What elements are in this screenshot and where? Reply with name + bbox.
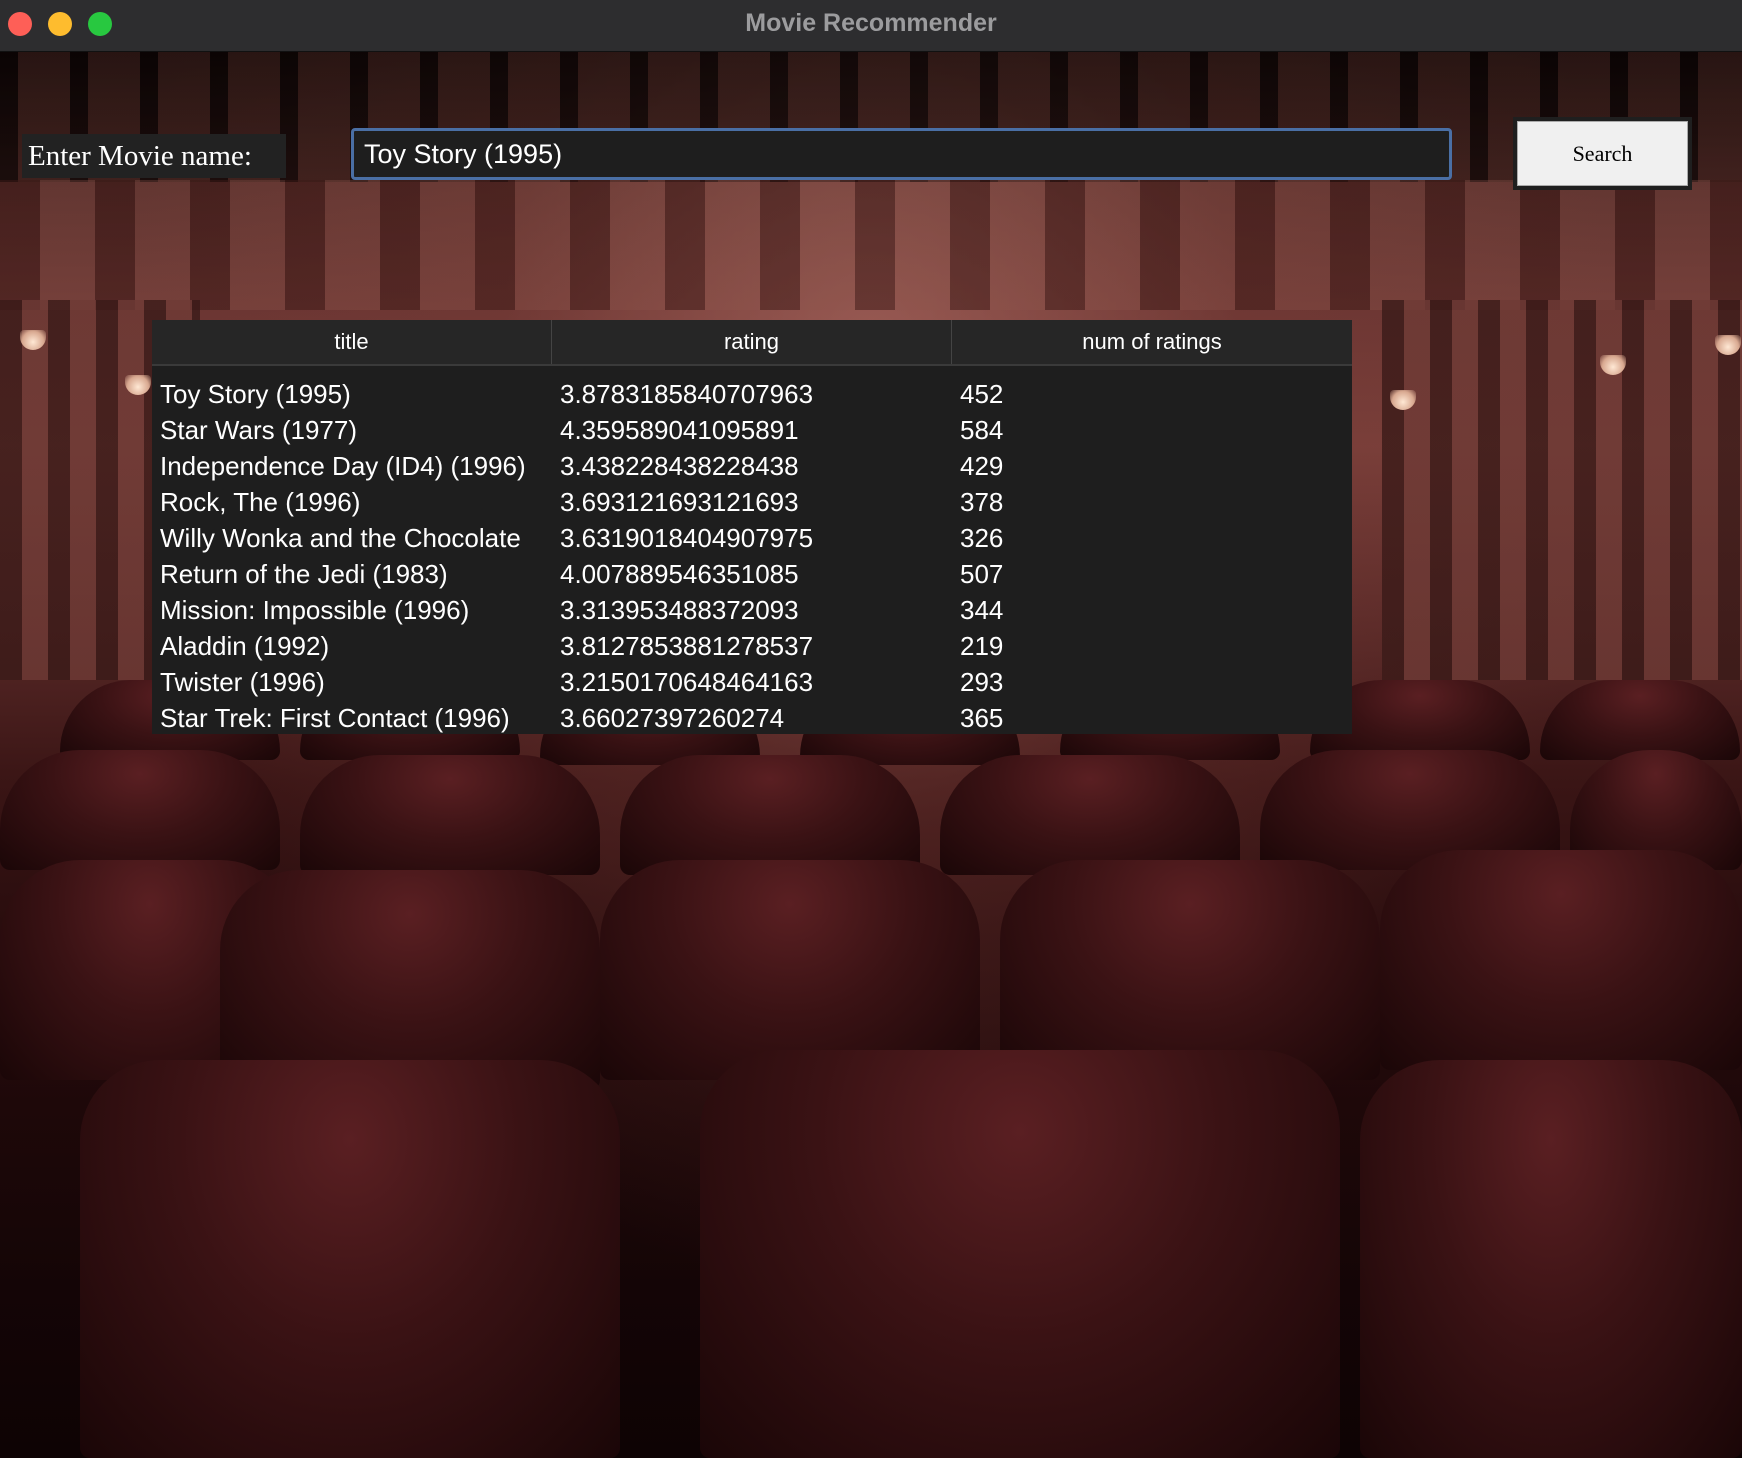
- cell-title: Star Trek: First Contact (1996): [160, 703, 510, 733]
- cell-num-ratings: 293: [960, 667, 1004, 697]
- cell-rating: 3.313953488372093: [560, 595, 799, 625]
- table-row[interactable]: Return of the Jedi (1983) 4.007889546351…: [152, 556, 1352, 592]
- table-row[interactable]: Independence Day (ID4) (1996) 3.43822843…: [152, 448, 1352, 484]
- cell-title: Twister (1996): [160, 667, 325, 697]
- column-header-title[interactable]: title: [152, 320, 552, 364]
- cell-num-ratings: 429: [960, 451, 1004, 481]
- table-body: Toy Story (1995) 3.8783185840707963 452 …: [152, 376, 1352, 736]
- cell-rating: 3.8127853881278537: [560, 631, 814, 661]
- cell-rating: 3.8783185840707963: [560, 379, 814, 409]
- table-row[interactable]: Aladdin (1992) 3.8127853881278537 219: [152, 628, 1352, 664]
- cell-num-ratings: 365: [960, 703, 1004, 733]
- seat: [1360, 1060, 1742, 1458]
- cell-num-ratings: 326: [960, 523, 1004, 553]
- cell-num-ratings: 584: [960, 415, 1004, 445]
- seat: [1540, 680, 1740, 760]
- search-button[interactable]: Search: [1513, 117, 1692, 190]
- search-button-label: Search: [1517, 121, 1688, 186]
- cell-title: Toy Story (1995): [160, 379, 351, 409]
- seat: [300, 755, 600, 875]
- seat: [220, 870, 600, 1090]
- table-row[interactable]: Star Wars (1977) 4.359589041095891 584: [152, 412, 1352, 448]
- movie-name-input[interactable]: [351, 128, 1452, 180]
- app-window: Movie Recommender Enter Movie name: Sear…: [0, 0, 1742, 1458]
- seat: [600, 860, 980, 1080]
- table-row[interactable]: Mission: Impossible (1996) 3.31395348837…: [152, 592, 1352, 628]
- cell-rating: 4.359589041095891: [560, 415, 799, 445]
- seat: [80, 1060, 620, 1458]
- table-row[interactable]: Rock, The (1996) 3.693121693121693 378: [152, 484, 1352, 520]
- cell-num-ratings: 378: [960, 487, 1004, 517]
- cell-num-ratings: 452: [960, 379, 1004, 409]
- seat: [700, 1050, 1340, 1458]
- column-header-num-ratings[interactable]: num of ratings: [952, 320, 1352, 364]
- seat: [940, 755, 1240, 875]
- cell-rating: 3.66027397260274: [560, 703, 785, 733]
- table-row[interactable]: Toy Story (1995) 3.8783185840707963 452: [152, 376, 1352, 412]
- cell-rating: 3.438228438228438: [560, 451, 799, 481]
- cell-title: Star Wars (1977): [160, 415, 357, 445]
- theater-wall-right: [1382, 300, 1742, 680]
- cell-num-ratings: 344: [960, 595, 1004, 625]
- seat: [1380, 850, 1742, 1070]
- cell-title: Aladdin (1992): [160, 631, 330, 661]
- cell-rating: 3.2150170648464163: [560, 667, 814, 697]
- theater-seats: [0, 660, 1742, 1458]
- cell-title: Independence Day (ID4) (1996): [160, 451, 526, 481]
- results-table[interactable]: title rating num of ratings Toy Story (1…: [152, 320, 1352, 734]
- table-header: title rating num of ratings: [152, 320, 1352, 366]
- cell-num-ratings: 507: [960, 559, 1004, 589]
- seat: [1000, 860, 1380, 1080]
- window-title: Movie Recommender: [745, 9, 997, 37]
- cell-rating: 4.007889546351085: [560, 559, 799, 589]
- cell-title: Rock, The (1996): [160, 487, 361, 517]
- theater-balcony: [0, 180, 1742, 310]
- seat: [0, 750, 280, 870]
- cell-title: Willy Wonka and the Chocolate: [160, 523, 521, 553]
- table-row[interactable]: Star Trek: First Contact (1996) 3.660273…: [152, 700, 1352, 736]
- title-bar: Movie Recommender: [0, 0, 1742, 52]
- cell-num-ratings: 219: [960, 631, 1004, 661]
- table-row[interactable]: Willy Wonka and the Chocolate 3.63190184…: [152, 520, 1352, 556]
- table-row[interactable]: Twister (1996) 3.2150170648464163 293: [152, 664, 1352, 700]
- movie-name-label: Enter Movie name:: [22, 134, 286, 178]
- cell-rating: 3.693121693121693: [560, 487, 799, 517]
- column-header-rating[interactable]: rating: [552, 320, 952, 364]
- cell-rating: 3.6319018404907975: [560, 523, 814, 553]
- cell-title: Return of the Jedi (1983): [160, 559, 448, 589]
- cell-title: Mission: Impossible (1996): [160, 595, 470, 625]
- seat: [620, 755, 920, 875]
